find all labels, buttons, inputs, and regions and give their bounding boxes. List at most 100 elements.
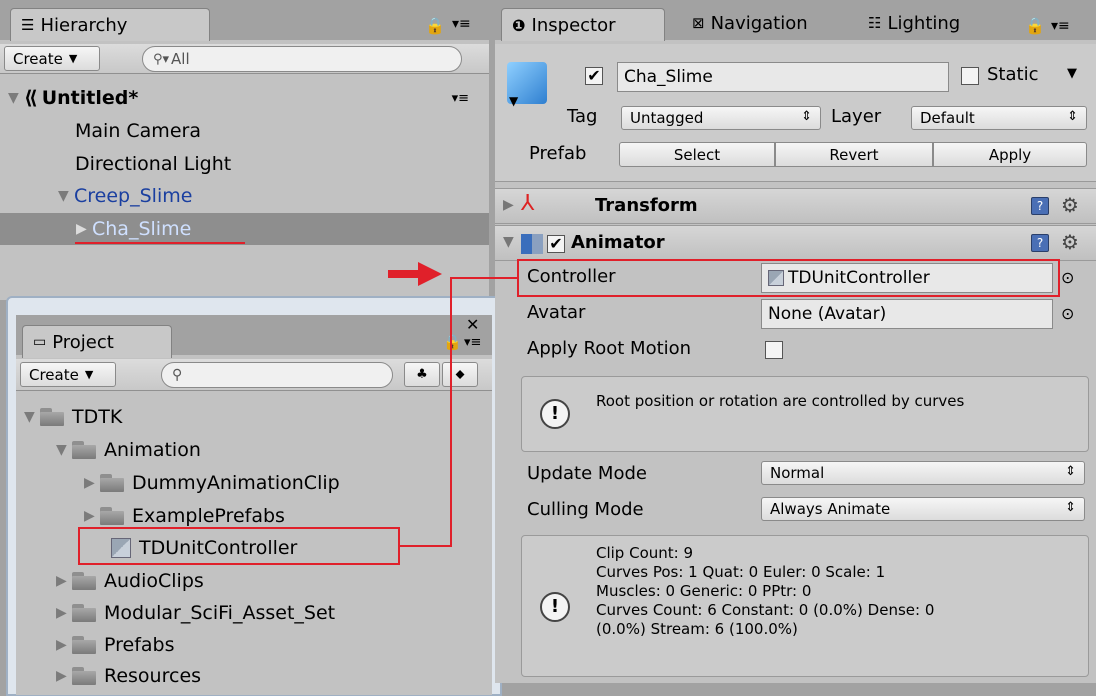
object-picker-icon[interactable]: ⊙ (1061, 304, 1074, 323)
create-button-label: Create (29, 365, 79, 384)
static-checkbox[interactable] (961, 67, 979, 85)
gear-icon[interactable]: ⚙ (1061, 193, 1079, 217)
animator-component-header[interactable]: ▼ ✔ Animator ? ⚙ (495, 225, 1096, 261)
search-icon: ⚲▾ (153, 51, 170, 67)
root-motion-help-text: Root position or rotation are controlled… (596, 392, 965, 410)
expand-arrow-icon[interactable]: ▼ (24, 409, 40, 425)
panel-menu-icon[interactable]: ▾≡ (452, 16, 471, 32)
collapse-arrow-icon[interactable]: ▶ (76, 221, 92, 237)
object-header: ▼ ✔ Cha_Slime Static ▼ Tag Untagged ⇕ Lay… (495, 44, 1096, 182)
tree-item-label: Resources (104, 665, 202, 687)
tree-item-label: Animation (104, 439, 201, 461)
object-name-field[interactable]: Cha_Slime (617, 62, 949, 92)
scene-row[interactable]: ▼ ⟪ Untitled* ▾≡ (0, 82, 489, 114)
collapse-arrow-icon[interactable]: ▶ (56, 637, 72, 653)
lighting-icon: ☷ (868, 14, 882, 32)
avatar-field[interactable]: None (Avatar) (761, 299, 1053, 329)
project-tree-item[interactable]: ▶ AudioClips (16, 565, 492, 597)
transform-component-header[interactable]: ▶ ⅄ Transform ? ⚙ (495, 188, 1096, 224)
collapse-arrow-icon[interactable]: ▶ (56, 668, 72, 684)
updown-icon: ⇕ (801, 109, 812, 124)
search-input[interactable]: ⚲▾ All (142, 46, 462, 72)
tab-project[interactable]: ▭ Project (22, 325, 172, 358)
hierarchy-item[interactable]: ▼ Creep_Slime (0, 180, 489, 212)
create-button[interactable]: Create ▼ (20, 362, 116, 387)
avatar-value: None (Avatar) (768, 304, 887, 324)
root-motion-help-box: ! Root position or rotation are controll… (521, 376, 1089, 452)
search-input[interactable]: ⚲ (161, 362, 393, 388)
project-tree-item[interactable]: ▼ Animation (16, 434, 492, 466)
animator-enabled-checkbox[interactable]: ✔ (547, 235, 565, 253)
hierarchy-item[interactable]: Directional Light (0, 148, 489, 180)
scene-menu-icon[interactable]: ▾≡ (452, 91, 469, 106)
inspector-panel: ❶ Inspector ⊠ Navigation ☷ Lighting 🔒 ▾≡… (495, 0, 1096, 683)
chevron-down-icon[interactable]: ▼ (1067, 66, 1077, 81)
prefab-apply-button[interactable]: Apply (933, 142, 1087, 167)
expand-arrow-icon[interactable]: ▼ (8, 90, 24, 106)
selection-underline (75, 242, 245, 244)
project-tree-item[interactable]: ▶ Resources (16, 660, 492, 692)
tab-hierarchy[interactable]: ☰ Hierarchy (10, 8, 210, 41)
tab-lighting-label: Lighting (887, 12, 961, 34)
project-panel: ▭ Project ✕ 🔒 ▾≡ Create ▼ ⚲ ♣ ⬥ ▼ TDTK ▼ A… (16, 315, 492, 695)
hierarchy-item[interactable]: Main Camera (0, 115, 489, 147)
help-book-icon[interactable]: ? (1031, 234, 1049, 252)
lock-icon[interactable]: 🔒 (1025, 16, 1045, 35)
panel-menu-icon[interactable]: ▾≡ (464, 335, 481, 350)
expand-arrow-icon[interactable]: ▼ (56, 442, 72, 458)
tab-navigation[interactable]: ⊠ Navigation (681, 6, 851, 39)
chevron-down-icon[interactable]: ▼ (509, 94, 518, 108)
prefab-revert-button[interactable]: Revert (775, 142, 933, 167)
filter-type-button[interactable]: ♣ (404, 362, 440, 387)
collapse-arrow-icon[interactable]: ▶ (84, 475, 100, 491)
update-mode-dropdown[interactable]: Normal ⇕ (761, 461, 1085, 485)
search-placeholder: All (171, 50, 190, 68)
object-picker-icon[interactable]: ⊙ (1061, 268, 1074, 287)
hierarchy-item-label: Cha_Slime (92, 218, 192, 240)
tab-inspector[interactable]: ❶ Inspector (501, 8, 665, 41)
scene-name: Untitled* (41, 87, 139, 109)
search-icon: ⚲ (172, 367, 183, 383)
gear-icon[interactable]: ⚙ (1061, 230, 1079, 254)
help-book-icon[interactable]: ? (1031, 197, 1049, 215)
tree-item-label: TDTK (72, 406, 123, 428)
lock-icon[interactable]: 🔒 (443, 333, 462, 351)
layer-dropdown[interactable]: Default ⇕ (911, 106, 1087, 130)
updown-icon: ⇕ (1065, 464, 1076, 479)
hierarchy-item-label: Directional Light (75, 153, 232, 175)
project-tree-item[interactable]: ▶ Prefabs (16, 629, 492, 661)
expand-arrow-icon[interactable]: ▼ (503, 234, 514, 250)
close-icon[interactable]: ✕ (466, 315, 479, 334)
red-arrow-icon (388, 262, 442, 286)
project-tree-item[interactable]: ▶ Modular_SciFi_Asset_Set (16, 597, 492, 629)
collapse-arrow-icon[interactable]: ▶ (56, 605, 72, 621)
expand-arrow-icon[interactable]: ▼ (58, 188, 74, 204)
clip-info-line: Curves Count: 6 Constant: 0 (0.0%) Dense… (596, 601, 935, 619)
create-button[interactable]: Create ▼ (4, 46, 100, 71)
collapse-arrow-icon[interactable]: ▶ (84, 508, 100, 524)
project-tree-item[interactable]: ▼ TDTK (16, 401, 492, 433)
prefab-select-button[interactable]: Select (619, 142, 775, 167)
collapse-arrow-icon[interactable]: ▶ (56, 573, 72, 589)
avatar-label: Avatar (527, 302, 586, 323)
tag-dropdown[interactable]: Untagged ⇕ (621, 106, 821, 130)
culling-mode-dropdown[interactable]: Always Animate ⇕ (761, 497, 1085, 521)
panel-menu-icon[interactable]: ▾≡ (1051, 18, 1070, 34)
collapse-arrow-icon[interactable]: ▶ (503, 197, 514, 213)
project-tree-item[interactable]: ▶ DummyAnimationClip (16, 467, 492, 499)
hierarchy-item-selected[interactable]: ▶ Cha_Slime (0, 213, 489, 245)
active-checkbox[interactable]: ✔ (585, 67, 603, 85)
lock-icon[interactable]: 🔒 (425, 16, 445, 35)
tab-lighting[interactable]: ☷ Lighting (857, 6, 997, 39)
animator-label: Animator (571, 232, 665, 253)
apply-root-motion-checkbox[interactable] (765, 341, 783, 359)
warning-icon: ! (540, 592, 570, 622)
folder-icon (100, 474, 126, 492)
navigation-icon: ⊠ (692, 14, 705, 32)
folder-icon (72, 572, 98, 590)
filter-label-button[interactable]: ⬥ (442, 362, 478, 387)
tree-item-label: ExamplePrefabs (132, 505, 285, 527)
connector-line-vertical (450, 277, 452, 547)
inspector-tabbar: ❶ Inspector ⊠ Navigation ☷ Lighting 🔒 ▾≡ (495, 0, 1096, 41)
chevron-down-icon: ▼ (68, 52, 78, 65)
